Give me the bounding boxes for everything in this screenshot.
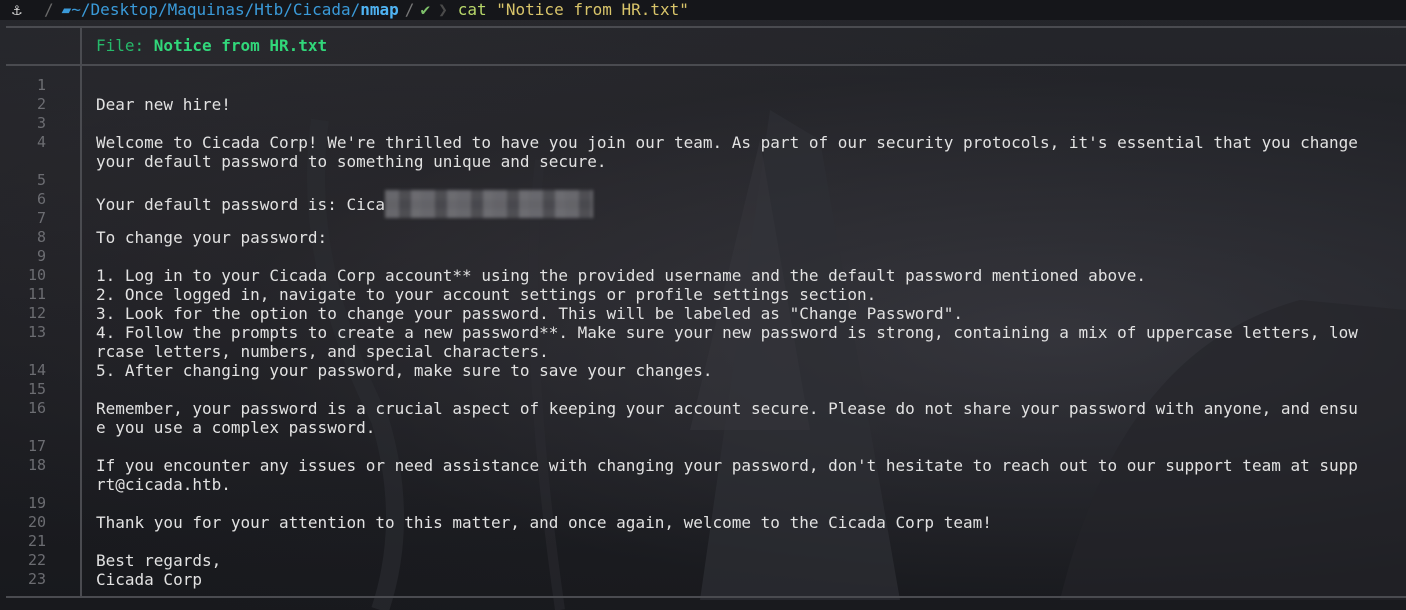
- text-line-content: Dear new hire!: [96, 95, 231, 114]
- line-number: 23: [27, 570, 46, 588]
- line-number: 6: [36, 190, 46, 208]
- text-line: Welcome to Cicada Corp! We're thrilled t…: [96, 133, 1406, 152]
- text-line: e you use a complex password.: [96, 418, 1406, 437]
- text-line-content: rt@cicada.htb.: [96, 475, 231, 494]
- text-line-content: Your default password is: Cica: [96, 195, 385, 214]
- line-number: 21: [27, 532, 46, 550]
- line-number: 12: [27, 304, 46, 322]
- text-line-content: 5. After changing your password, make su…: [96, 361, 713, 380]
- text-line: [96, 494, 1406, 513]
- line-number: 14: [27, 361, 46, 379]
- text-line: 3. Look for the option to change your pa…: [96, 304, 1406, 323]
- text-line: rcase letters, numbers, and special char…: [96, 342, 1406, 361]
- prompt-separator: /: [44, 0, 54, 19]
- file-name: Notice from HR.txt: [153, 36, 328, 55]
- text-line-content: Remember, your password is a crucial asp…: [96, 399, 1358, 418]
- text-line: Your default password is: Cica: [96, 190, 1406, 218]
- text-line-content: 2. Once logged in, navigate to your acco…: [96, 285, 877, 304]
- line-number: 22: [27, 551, 46, 569]
- line-number: 9: [36, 247, 46, 265]
- text-line-content: 4. Follow the prompts to create a new pa…: [96, 323, 1358, 342]
- line-number: 3: [36, 114, 46, 132]
- text-line: [96, 532, 1406, 551]
- text-line-content: rcase letters, numbers, and special char…: [96, 342, 549, 361]
- line-number: 20: [27, 513, 46, 531]
- text-line: [96, 380, 1406, 399]
- text-line: [96, 76, 1406, 95]
- line-number: [0, 418, 46, 437]
- text-line: Cicada Corp: [96, 570, 1406, 589]
- text-line: 5. After changing your password, make su…: [96, 361, 1406, 380]
- text-line: your default password to something uniqu…: [96, 152, 1406, 171]
- line-number: 2: [36, 95, 46, 113]
- text-line: 4. Follow the prompts to create a new pa…: [96, 323, 1406, 342]
- top-border: [6, 26, 1406, 28]
- text-line: [96, 114, 1406, 133]
- text-line: [96, 247, 1406, 266]
- path-separator: /: [404, 0, 415, 19]
- text-line: To change your password:: [96, 228, 1406, 247]
- path-prefix: ~/Desktop/Maquinas/Htb/Cicada/: [71, 0, 361, 19]
- line-number: [0, 342, 46, 361]
- gutter-divider: [80, 66, 82, 598]
- text-line: rt@cicada.htb.: [96, 475, 1406, 494]
- bottom-border: [6, 596, 1406, 598]
- text-line-content: 3. Look for the option to change your pa…: [96, 304, 963, 323]
- text-line: Dear new hire!: [96, 95, 1406, 114]
- line-number: 17: [27, 437, 46, 455]
- chevron-right-icon: ❯: [438, 0, 448, 19]
- line-number: 1: [36, 76, 46, 94]
- bat-file-viewer: File: Notice from HR.txt 1 2 3 4 5 6 7 8 9 10 11 12…: [0, 20, 1406, 610]
- line-number: 13: [27, 323, 46, 341]
- path-current-dir: nmap: [360, 0, 399, 19]
- command-argument: "Notice from HR.txt": [496, 0, 689, 19]
- redacted-password-blur: [384, 190, 593, 218]
- text-line: Thank you for your attention to this mat…: [96, 513, 1406, 532]
- line-number: 15: [27, 380, 46, 398]
- line-number: 8: [36, 228, 46, 246]
- line-number: 16: [27, 399, 46, 417]
- shell-prompt: ⚓ / ▰~/Desktop/Maquinas/Htb/Cicada/nmap / ✔ ❯…: [0, 0, 1406, 20]
- line-number: 11: [27, 285, 46, 303]
- kali-dragon-icon: ⚓: [12, 0, 22, 19]
- text-line-content: If you encounter any issues or need assi…: [96, 456, 1358, 475]
- text-line: 1. Log in to your Cicada Corp account** …: [96, 266, 1406, 285]
- current-path: ~/Desktop/Maquinas/Htb/Cicada/nmap: [71, 0, 399, 19]
- text-line: Best regards,: [96, 551, 1406, 570]
- line-number: [0, 152, 46, 171]
- text-line: If you encounter any issues or need assi…: [96, 456, 1406, 475]
- file-content[interactable]: Dear new hire! Welcome to Cicada Corp! We…: [96, 76, 1406, 589]
- text-line-content: Cicada Corp: [96, 570, 202, 589]
- text-line-content: your default password to something uniqu…: [96, 152, 607, 171]
- text-line-content: 1. Log in to your Cicada Corp account** …: [96, 266, 1146, 285]
- text-line-content: To change your password:: [96, 228, 328, 247]
- line-number: [0, 475, 46, 494]
- command-name: cat: [457, 0, 487, 19]
- line-number-gutter: 1 2 3 4 5 6 7 8 9 10 11 12 13 14 15 16 17 18 19 20 21 22 23: [0, 76, 46, 589]
- line-number: 18: [27, 456, 46, 474]
- header-bottom-border: [6, 64, 1406, 66]
- check-icon: ✔: [420, 0, 431, 19]
- text-line: 2. Once logged in, navigate to your acco…: [96, 285, 1406, 304]
- line-number: 5: [36, 171, 46, 189]
- text-line-content: Best regards,: [96, 551, 222, 570]
- file-header-label: File:: [96, 36, 154, 55]
- line-number: 4: [36, 133, 46, 151]
- text-line: [96, 171, 1406, 190]
- line-number: 10: [27, 266, 46, 284]
- text-line-content: Welcome to Cicada Corp! We're thrilled t…: [96, 133, 1358, 152]
- folder-open-icon: ▰: [61, 0, 72, 19]
- header-divider: [80, 26, 82, 64]
- file-header: File: Notice from HR.txt: [96, 36, 327, 56]
- text-line-content: Thank you for your attention to this mat…: [96, 513, 992, 532]
- line-number: 7: [36, 209, 46, 227]
- text-line-content: e you use a complex password.: [96, 418, 376, 437]
- text-line: Remember, your password is a crucial asp…: [96, 399, 1406, 418]
- line-number: 19: [27, 494, 46, 512]
- text-line: [96, 437, 1406, 456]
